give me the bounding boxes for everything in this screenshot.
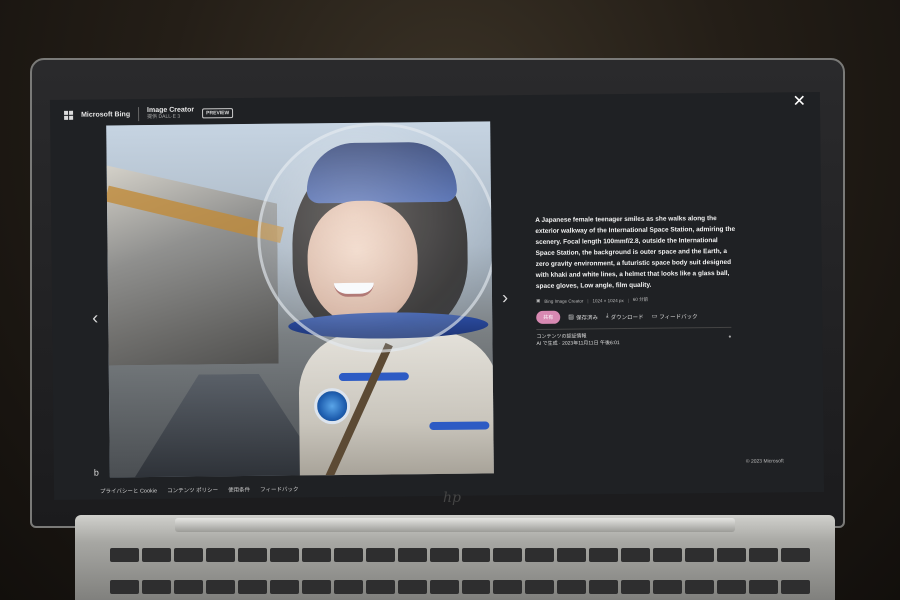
keyboard-key xyxy=(333,548,363,562)
footer-link-privacy[interactable]: プライバシーと Cookie xyxy=(100,486,157,495)
keyboard-key xyxy=(717,548,747,562)
keyboard-key xyxy=(429,579,459,594)
keyboard-key xyxy=(301,579,331,594)
share-button[interactable]: 共有 xyxy=(536,310,561,324)
keyboard-key xyxy=(205,579,235,594)
preview-badge: PREVIEW xyxy=(202,108,234,119)
keyboard-key xyxy=(685,548,715,562)
feedback-icon: ▭ xyxy=(651,313,658,320)
credential-text: コンテンツの認証情報 AI で生成 · 2023年11月11日 午後6:01 xyxy=(536,333,619,348)
keyboard-key xyxy=(493,579,523,594)
keyboard-key xyxy=(365,548,395,562)
keyboard-key xyxy=(525,579,555,594)
keyboard-key xyxy=(525,548,555,562)
keyboard-key xyxy=(397,579,427,594)
keyboard-key xyxy=(557,548,587,562)
meta-size: 1024 × 1024 px xyxy=(592,297,624,303)
meta-time: 60 分前 xyxy=(632,296,649,302)
product-title: Image Creator 提供 DALL·E 3 xyxy=(147,107,194,121)
keyboard-key xyxy=(589,548,619,562)
suit-dial xyxy=(313,387,351,425)
feedback-button[interactable]: ▭ フィードバック xyxy=(652,312,698,320)
close-button[interactable]: ✕ xyxy=(792,93,806,110)
brand-name: Microsoft Bing xyxy=(81,110,131,119)
laptop-hinge xyxy=(175,518,735,532)
image-meta: ▣ Bing Image Creator | 1024 × 1024 px | … xyxy=(536,296,736,304)
keyboard-key xyxy=(237,579,267,594)
keyboard-key xyxy=(173,579,203,594)
screen: Microsoft Bing Image Creator 提供 DALL·E 3… xyxy=(49,91,825,501)
keyboard-key xyxy=(141,548,171,562)
hp-logo-icon: hp xyxy=(443,490,461,506)
credential-detail: AI で生成 · 2023年11月11日 午後6:01 xyxy=(536,340,620,347)
keyboard-key xyxy=(173,548,203,562)
keyboard-key xyxy=(237,548,267,562)
previous-arrow-icon[interactable]: ‹ xyxy=(92,308,98,329)
keyboard-key xyxy=(717,579,747,594)
meta-separator: | xyxy=(627,297,629,303)
prompt-text: A Japanese female teenager smiles as she… xyxy=(535,215,736,290)
keyboard-key xyxy=(781,579,810,594)
download-icon: ⤓ xyxy=(605,313,609,320)
content-credentials[interactable]: コンテンツの認証情報 AI で生成 · 2023年11月11日 午後6:01 ● xyxy=(536,332,731,348)
glass-helmet xyxy=(256,121,494,354)
keyboard-key xyxy=(685,579,715,594)
meta-source: Bing Image Creator xyxy=(544,297,584,304)
keyboard-key xyxy=(365,579,395,594)
keyboard-key xyxy=(301,548,331,562)
suit-stripe xyxy=(429,421,490,431)
keyboard-key xyxy=(397,548,427,562)
microsoft-logo-icon xyxy=(64,110,74,120)
footer-link-feedback[interactable]: フィードバック xyxy=(260,485,298,493)
footer-link-terms[interactable]: 使用条件 xyxy=(228,485,250,493)
save-button[interactable]: ▤ 保存済み xyxy=(568,313,598,321)
keyboard-key xyxy=(621,548,651,562)
saved-icon: ▤ xyxy=(568,314,574,321)
meta-separator: | xyxy=(587,297,589,303)
keyboard-key xyxy=(653,579,683,594)
keyboard-key xyxy=(110,579,139,594)
keyboard-key xyxy=(269,548,299,562)
keyboard xyxy=(110,548,810,600)
download-button[interactable]: ⤓ ダウンロード xyxy=(606,312,644,320)
keyboard-key xyxy=(269,579,299,594)
keyboard-key xyxy=(781,548,810,562)
generated-image[interactable] xyxy=(106,121,494,478)
keyboard-key xyxy=(205,548,235,562)
keyboard-key xyxy=(110,548,139,562)
product-subtitle: 提供 DALL·E 3 xyxy=(147,113,181,121)
copyright: © 2023 Microsoft xyxy=(745,458,784,465)
keyboard-key xyxy=(621,579,651,594)
action-bar: 共有 ▤ 保存済み ⤓ ダウンロード ▭ フィードバック xyxy=(536,309,736,324)
footer-link-content-policy[interactable]: コンテンツ ポリシー xyxy=(167,486,218,495)
divider xyxy=(138,107,140,122)
info-icon[interactable]: ● xyxy=(728,334,731,340)
bing-logo-icon: b xyxy=(93,467,99,478)
feedback-label: フィードバック xyxy=(659,313,698,321)
keyboard-key xyxy=(429,548,459,562)
keyboard-key xyxy=(141,579,171,594)
keyboard-key xyxy=(589,579,619,594)
info-panel: A Japanese female teenager smiles as she… xyxy=(535,213,736,348)
source-icon: ▣ xyxy=(536,297,541,303)
download-label: ダウンロード xyxy=(610,314,644,321)
keyboard-key xyxy=(333,579,363,594)
keyboard-key xyxy=(461,579,491,594)
divider xyxy=(536,326,732,330)
keyboard-key xyxy=(749,548,779,562)
keyboard-key xyxy=(493,548,523,562)
next-arrow-icon[interactable]: › xyxy=(502,287,508,308)
keyboard-key xyxy=(653,548,683,562)
keyboard-key xyxy=(749,579,779,594)
save-label: 保存済み xyxy=(575,314,598,322)
keyboard-key xyxy=(461,548,491,562)
keyboard-key xyxy=(557,579,587,594)
